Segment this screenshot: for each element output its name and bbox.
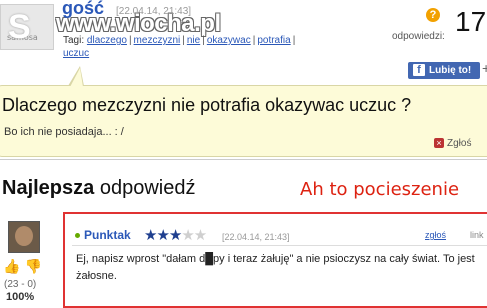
best-answer-rest: odpowiedź <box>94 177 196 199</box>
question-title: Dlaczego mezczyzni nie potrafia okazywac… <box>2 95 412 115</box>
share-plus-button[interactable]: + <box>482 60 487 76</box>
answers-label: odpowiedzi: <box>392 31 445 42</box>
star-on-icon: ★★★ <box>144 227 182 244</box>
tag-link[interactable]: uczuc <box>63 48 89 59</box>
tag-list: Tagi: dlaczego | mezczyzni | nie | okazywac | po… <box>63 35 296 59</box>
tag-link[interactable]: dlaczego <box>87 35 127 46</box>
question-date: [22.04.14, 21:43] <box>116 6 192 17</box>
report-icon: × <box>434 138 444 148</box>
question-author[interactable]: gość <box>62 0 104 19</box>
vote-buttons: 👍 👎 <box>3 258 42 275</box>
vote-percent: 100% <box>6 291 35 303</box>
answer-text: Ej, napisz wprost "dałam d█py i teraz ża… <box>76 253 475 282</box>
thumb-up-icon[interactable]: 👍 <box>3 258 20 274</box>
tag-link[interactable]: mezczyzni <box>134 35 181 46</box>
tag-link[interactable]: okazywac <box>207 35 251 46</box>
annotation-text: Ah to pocieszenie <box>300 179 460 200</box>
answer-author[interactable]: Punktak <box>84 228 131 242</box>
facebook-like-button[interactable]: f Lubię to! <box>408 62 480 79</box>
help-icon[interactable]: ? <box>426 8 440 22</box>
best-answer-bold: Najlepsza <box>2 177 95 199</box>
answers-count: 17 <box>455 6 487 37</box>
report-label: Zgłoś <box>447 138 472 149</box>
report-answer-link[interactable]: zgłoś <box>425 230 446 240</box>
tags-label: Tagi: <box>63 35 85 46</box>
tag-link[interactable]: nie <box>187 35 200 46</box>
answer-permalink[interactable]: link <box>470 230 484 240</box>
watermark-logo: S <box>8 8 31 46</box>
star-off-icon: ★★ <box>181 227 207 244</box>
thumb-down-icon[interactable]: 👎 <box>24 258 41 274</box>
answer-date: [22.04.14, 21:43] <box>222 232 290 242</box>
facebook-like-label: Lubię to! <box>429 65 472 76</box>
best-answer-heading: Najlepsza odpowiedź <box>2 177 195 200</box>
rank-stars: ★★★★★ <box>144 226 207 244</box>
online-status-icon <box>75 233 80 238</box>
tag-link[interactable]: potrafia <box>257 35 290 46</box>
speech-tail-fill <box>70 68 83 87</box>
answer-divider <box>72 245 487 246</box>
vote-count: (23 - 0) <box>4 279 37 290</box>
report-question-button[interactable]: × Zgłoś <box>434 138 471 149</box>
divider <box>0 159 487 160</box>
facebook-icon: f <box>413 64 425 76</box>
question-description: Bo ich nie posiadaja... : / <box>4 126 124 138</box>
answer-avatar[interactable] <box>8 221 40 253</box>
